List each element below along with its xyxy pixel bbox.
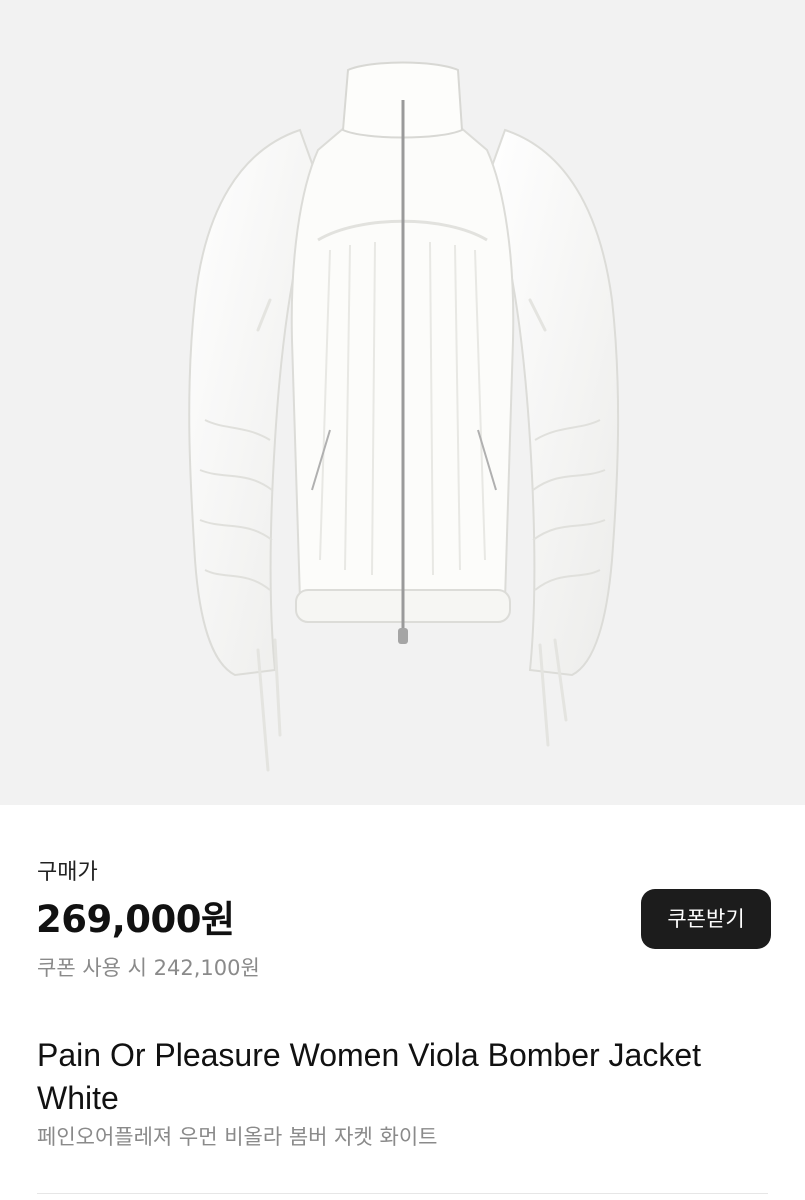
product-subtitle: 페인오어플레져 우먼 비올라 봄버 자켓 화이트 (37, 1125, 438, 1149)
product-title: Pain Or Pleasure Women Viola Bomber Jack… (37, 1037, 702, 1116)
jacket-illustration (188, 61, 620, 772)
coupon-price: 쿠폰 사용 시 242,100원 (37, 956, 260, 980)
get-coupon-button[interactable]: 쿠폰받기 (641, 889, 771, 949)
section-divider (37, 1193, 768, 1194)
product-image[interactable] (0, 0, 805, 805)
price-value: 269,000원 (36, 898, 235, 941)
price-label: 구매가 (37, 860, 98, 885)
